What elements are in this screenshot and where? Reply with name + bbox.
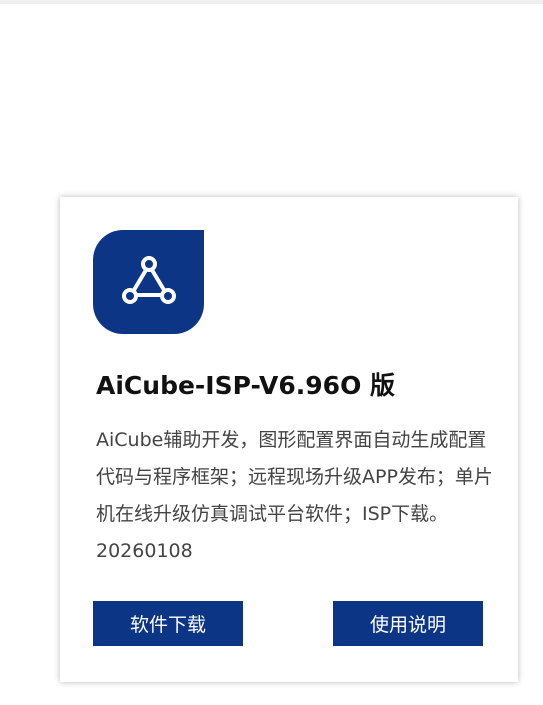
product-card: AiCube-ISP-V6.96O 版 AiCube辅助开发，图形配置界面自动生… [60, 197, 518, 682]
product-description: AiCube辅助开发，图形配置界面自动生成配置代码与程序框架；远程现场升级APP… [96, 429, 493, 562]
share-nodes-icon [121, 256, 176, 304]
product-title: AiCube-ISP-V6.96O 版 [96, 371, 396, 400]
top-strip [0, 0, 543, 4]
download-button[interactable]: 软件下载 [93, 601, 243, 646]
product-logo [93, 230, 204, 334]
manual-button[interactable]: 使用说明 [333, 601, 483, 646]
